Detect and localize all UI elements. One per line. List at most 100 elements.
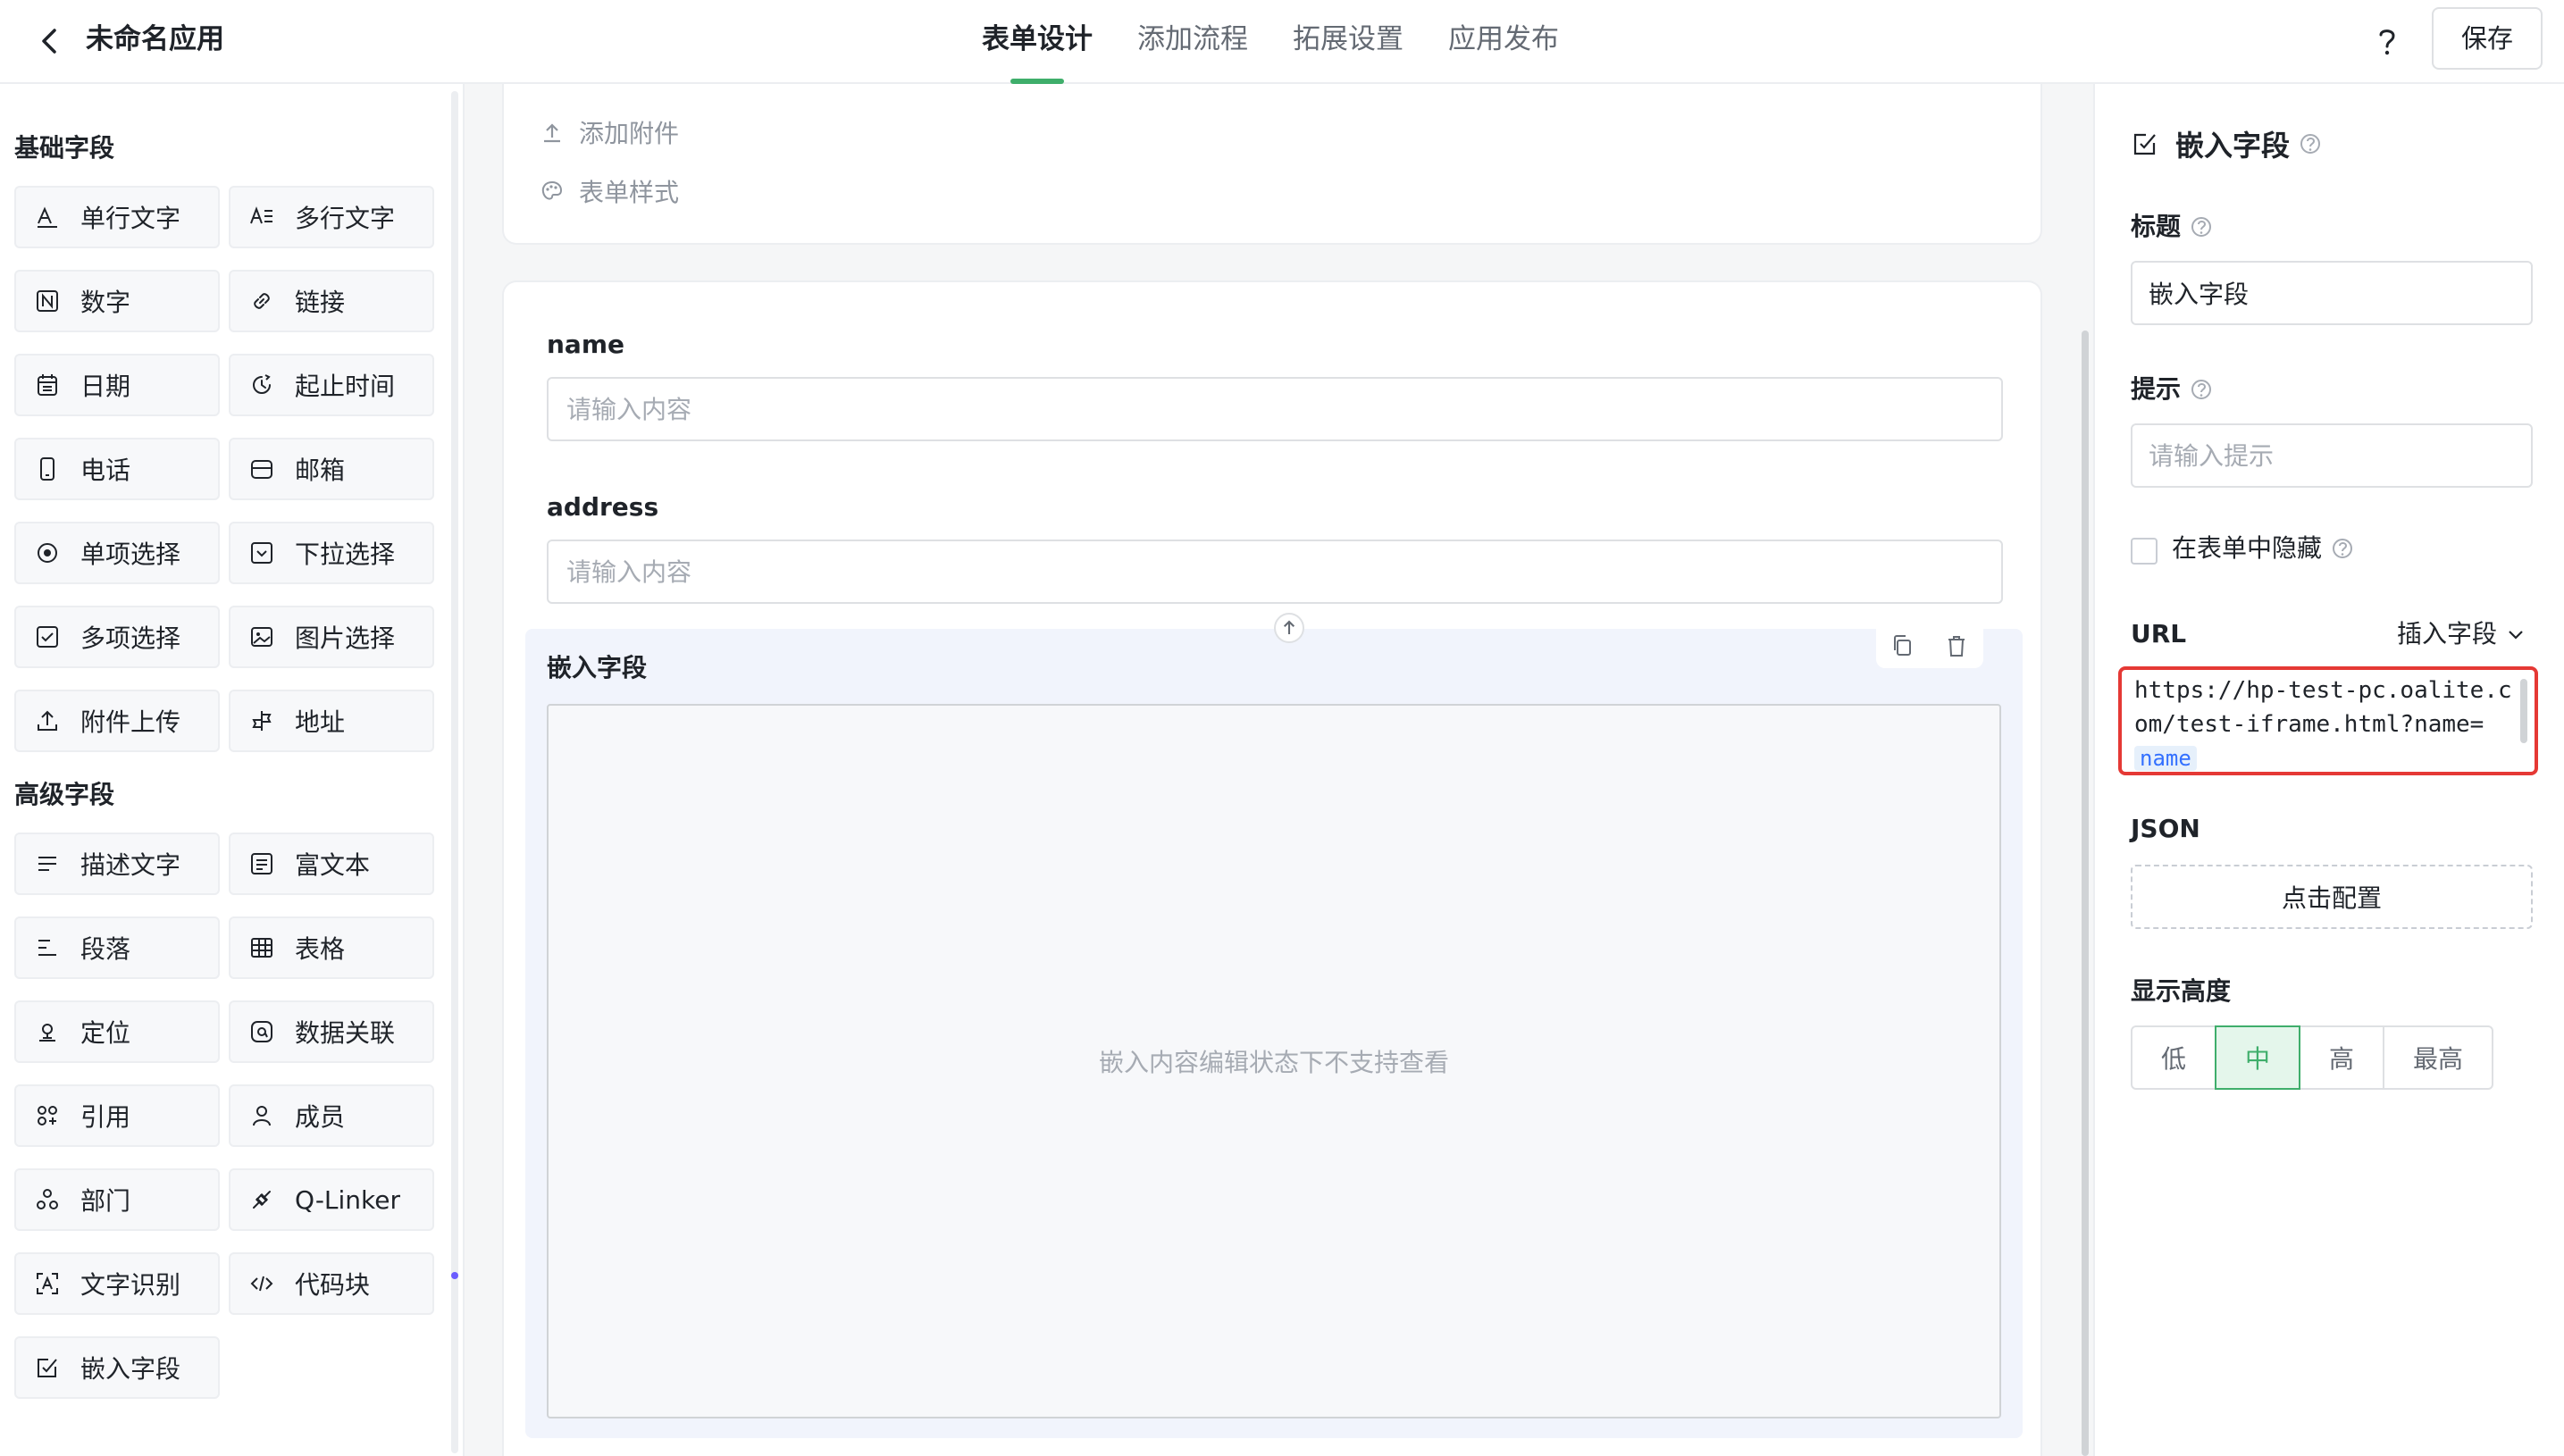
delete-icon[interactable] xyxy=(1943,632,1970,659)
embed-field-label: 嵌入字段 xyxy=(547,653,648,682)
json-config-button[interactable]: 点击配置 xyxy=(2131,865,2533,929)
calendar-icon xyxy=(38,374,57,396)
field-label: 富文本 xyxy=(295,850,371,880)
field-label: 邮箱 xyxy=(295,456,346,485)
field-checkbox[interactable]: 多项选择 xyxy=(14,606,220,668)
name-field-label: name xyxy=(547,330,624,359)
form-canvas: name address 嵌入字段 嵌入内容编辑状态下不支持查看 xyxy=(502,280,2042,1456)
url-label: URL xyxy=(2131,619,2187,649)
insert-field-dropdown[interactable]: 插入字段 xyxy=(2397,616,2527,652)
time-range-icon xyxy=(253,374,271,394)
field-label: 表格 xyxy=(295,934,346,964)
field-rich-text[interactable]: 富文本 xyxy=(229,833,434,895)
height-option-highest[interactable]: 最高 xyxy=(2383,1025,2493,1090)
hint-label-text: 提示 xyxy=(2131,374,2182,404)
field-radio[interactable]: 单项选择 xyxy=(14,522,220,584)
single-line-text-icon xyxy=(38,206,57,228)
hint-input[interactable] xyxy=(2131,423,2533,488)
height-option-low[interactable]: 低 xyxy=(2131,1025,2216,1090)
field-reference[interactable]: 引用 xyxy=(14,1084,220,1147)
address-input[interactable] xyxy=(547,540,2003,604)
save-button[interactable]: 保存 xyxy=(2432,7,2543,70)
field-single-line-text[interactable]: 单行文字 xyxy=(14,186,220,248)
question-circle-icon[interactable] xyxy=(2190,215,2213,238)
field-image-select[interactable]: 图片选择 xyxy=(229,606,434,668)
phone-icon xyxy=(40,457,54,481)
image-icon xyxy=(251,627,272,647)
field-location[interactable]: 定位 xyxy=(14,1000,220,1063)
question-circle-icon[interactable] xyxy=(2299,132,2322,155)
field-label: 成员 xyxy=(295,1102,346,1132)
field-table[interactable]: 表格 xyxy=(229,916,434,979)
field-dropdown[interactable]: 下拉选择 xyxy=(229,522,434,584)
field-label: 起止时间 xyxy=(295,372,396,401)
field-member[interactable]: 成员 xyxy=(229,1084,434,1147)
question-circle-icon[interactable] xyxy=(2331,537,2354,560)
address-icon xyxy=(252,711,272,731)
field-description-text[interactable]: 描述文字 xyxy=(14,833,220,895)
ocr-icon xyxy=(37,1273,58,1294)
field-time-range[interactable]: 起止时间 xyxy=(229,354,434,416)
field-label: 单行文字 xyxy=(80,204,181,233)
title-label: 标题 xyxy=(2131,209,2213,245)
field-code-block[interactable]: 代码块 xyxy=(229,1252,434,1315)
link-icon xyxy=(254,293,270,309)
canvas-scrollbar[interactable] xyxy=(2082,331,2089,1456)
height-option-medium[interactable]: 中 xyxy=(2215,1025,2300,1090)
field-multi-line-text[interactable]: 多行文字 xyxy=(229,186,434,248)
name-input[interactable] xyxy=(547,377,2003,441)
copy-icon[interactable] xyxy=(1889,632,1916,659)
field-department[interactable]: 部门 xyxy=(14,1168,220,1231)
field-paragraph[interactable]: 段落 xyxy=(14,916,220,979)
field-number[interactable]: 数字 xyxy=(14,270,220,332)
member-icon xyxy=(253,1106,271,1126)
tab-app-publish[interactable]: 应用发布 xyxy=(1448,0,1559,84)
field-label: 地址 xyxy=(295,707,346,737)
embed-unsupported-message: 嵌入内容编辑状态下不支持查看 xyxy=(1098,1048,1449,1077)
tab-add-process[interactable]: 添加流程 xyxy=(1137,0,1248,84)
field-label: 描述文字 xyxy=(80,850,181,880)
display-height-label: 显示高度 xyxy=(2131,976,2232,1006)
chevron-down-icon xyxy=(2509,631,2523,640)
url-scrollbar[interactable] xyxy=(2520,679,2527,743)
top-bar: 未命名应用 表单设计 添加流程 拓展设置 应用发布 保存 xyxy=(0,0,2564,84)
hide-in-form-checkbox[interactable] xyxy=(2131,538,2158,565)
field-label: 日期 xyxy=(80,372,131,401)
field-label: Q-Linker xyxy=(295,1184,401,1215)
field-label: 下拉选择 xyxy=(295,540,396,569)
paragraph-icon xyxy=(38,940,56,956)
field-label: 嵌入字段 xyxy=(80,1354,181,1384)
field-phone[interactable]: 电话 xyxy=(14,438,220,500)
question-circle-icon[interactable] xyxy=(2190,378,2213,401)
url-editor[interactable]: https://hp-test-pc.oalite.com/test-ifram… xyxy=(2118,666,2538,775)
add-attachment-link[interactable]: 添加附件 xyxy=(540,114,679,150)
field-mailbox[interactable]: 邮箱 xyxy=(229,438,434,500)
reference-icon xyxy=(38,1106,57,1125)
palette-scrollbar-thumb[interactable] xyxy=(451,1272,458,1279)
field-address[interactable]: 地址 xyxy=(229,690,434,752)
url-field-tag[interactable]: name xyxy=(2134,746,2197,771)
field-date[interactable]: 日期 xyxy=(14,354,220,416)
tab-form-design[interactable]: 表单设计 xyxy=(982,0,1093,84)
address-field-label: address xyxy=(547,492,659,522)
hint-label: 提示 xyxy=(2131,372,2213,407)
field-q-linker[interactable]: Q-Linker xyxy=(229,1168,434,1231)
properties-title: 嵌入字段 xyxy=(2175,129,2291,163)
field-embed[interactable]: 嵌入字段 xyxy=(14,1336,220,1399)
form-style-link[interactable]: 表单样式 xyxy=(540,173,679,209)
title-input[interactable] xyxy=(2131,261,2533,325)
field-attachment-upload[interactable]: 附件上传 xyxy=(14,690,220,752)
field-link[interactable]: 链接 xyxy=(229,270,434,332)
mailbox-icon xyxy=(251,460,272,479)
arrow-up-icon[interactable] xyxy=(1274,613,1304,643)
back-arrow-icon[interactable] xyxy=(32,23,68,59)
q-linker-icon xyxy=(253,1191,271,1209)
palette-scrollbar[interactable] xyxy=(451,91,458,1453)
embed-field-block[interactable]: 嵌入字段 嵌入内容编辑状态下不支持查看 xyxy=(525,613,2023,1438)
field-data-link[interactable]: 数据关联 xyxy=(229,1000,434,1063)
field-ocr[interactable]: 文字识别 xyxy=(14,1252,220,1315)
help-icon[interactable] xyxy=(2367,21,2407,61)
height-option-high[interactable]: 高 xyxy=(2299,1025,2384,1090)
tab-extension-settings[interactable]: 拓展设置 xyxy=(1293,0,1403,84)
insert-field-label: 插入字段 xyxy=(2397,619,2498,649)
